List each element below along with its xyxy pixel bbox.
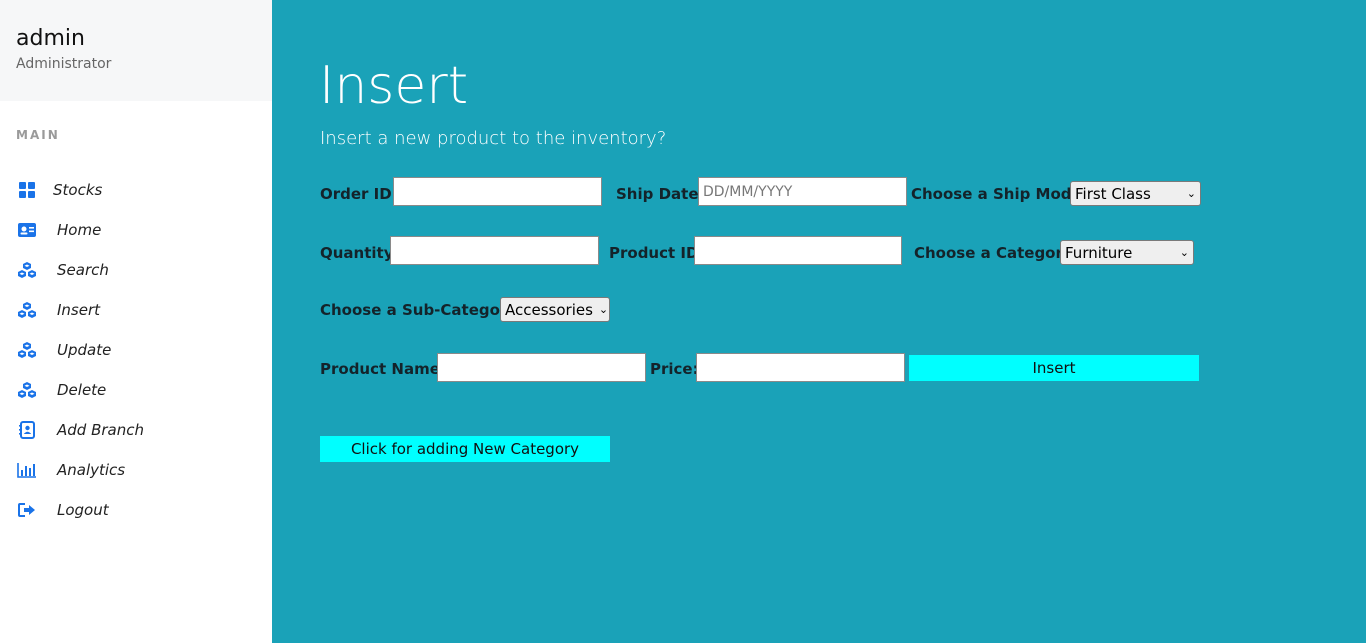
ship-mode-label: Choose a Ship Mode:: [911, 185, 1088, 203]
category-label: Choose a Category:: [914, 244, 1079, 262]
sidebar-item-label: Search: [57, 261, 109, 279]
contact-book-icon: [17, 420, 37, 440]
sidebar-item-label: Update: [57, 341, 112, 359]
chevron-down-icon: ⌄: [1186, 187, 1196, 200]
sidebar-item-label: Delete: [57, 381, 107, 399]
boxes-icon: [17, 380, 37, 400]
product-id-label: Product ID:: [609, 244, 705, 262]
sidebar-item-label: Insert: [57, 301, 101, 319]
ship-mode-select[interactable]: First Class ⌄: [1070, 181, 1201, 206]
sub-category-label: Choose a Sub-Category:: [320, 301, 524, 319]
sidebar-item-update[interactable]: Update: [0, 330, 272, 370]
user-name: admin: [16, 26, 85, 51]
ship-date-label: Ship Date:: [616, 185, 705, 203]
price-label: Price:: [650, 360, 699, 378]
sidebar-item-insert[interactable]: Insert: [0, 290, 272, 330]
sub-category-select[interactable]: Accessories ⌄: [500, 297, 610, 322]
sidebar-item-add-branch[interactable]: Add Branch: [0, 410, 272, 450]
sidebar-item-label: Home: [57, 221, 102, 239]
bar-chart-icon: [17, 460, 37, 480]
sidebar-item-logout[interactable]: Logout: [0, 490, 272, 530]
sub-category-value: Accessories: [505, 300, 593, 319]
sidebar-item-delete[interactable]: Delete: [0, 370, 272, 410]
sidebar-item-label: Add Branch: [57, 421, 144, 439]
sidebar-item-search[interactable]: Search: [0, 250, 272, 290]
quantity-label: Quantity:: [320, 244, 400, 262]
product-name-label: Product Name:: [320, 360, 446, 378]
add-new-category-button[interactable]: Click for adding New Category: [320, 436, 610, 462]
main-content: Insert Insert a new product to the inven…: [272, 0, 1366, 643]
sidebar-item-home[interactable]: Home: [0, 210, 272, 250]
ship-mode-value: First Class: [1075, 184, 1151, 203]
id-card-icon: [17, 220, 37, 240]
order-id-input[interactable]: [393, 177, 602, 206]
order-id-label: Order ID:: [320, 185, 398, 203]
sidebar-item-analytics[interactable]: Analytics: [0, 450, 272, 490]
grid-icon: [17, 180, 37, 200]
user-panel: admin Administrator: [0, 0, 272, 101]
sidebar: admin Administrator MAIN Stocks Home Sea…: [0, 0, 272, 643]
user-role: Administrator: [16, 56, 112, 72]
chevron-down-icon: ⌄: [1179, 246, 1189, 259]
sidebar-item-stocks[interactable]: Stocks: [0, 170, 272, 210]
product-id-input[interactable]: [694, 236, 902, 265]
product-name-input[interactable]: [437, 353, 646, 382]
chevron-down-icon: ⌄: [598, 303, 609, 316]
ship-date-input[interactable]: [698, 177, 907, 206]
sidebar-item-label: Analytics: [57, 461, 126, 479]
page-subtitle: Insert a new product to the inventory?: [320, 128, 667, 149]
sidebar-section-label: MAIN: [16, 128, 60, 142]
page-title: Insert: [319, 56, 469, 116]
price-input[interactable]: [696, 353, 905, 382]
category-value: Furniture: [1065, 243, 1133, 262]
sidebar-item-label: Stocks: [53, 181, 103, 199]
sidebar-item-label: Logout: [57, 501, 109, 519]
insert-button[interactable]: Insert: [909, 355, 1199, 381]
sign-out-icon: [17, 500, 37, 520]
quantity-input[interactable]: [390, 236, 599, 265]
boxes-icon: [17, 260, 37, 280]
boxes-icon: [17, 340, 37, 360]
category-select[interactable]: Furniture ⌄: [1060, 240, 1194, 265]
boxes-icon: [17, 300, 37, 320]
sidebar-nav: Stocks Home Search Insert Update Delete …: [0, 170, 272, 530]
